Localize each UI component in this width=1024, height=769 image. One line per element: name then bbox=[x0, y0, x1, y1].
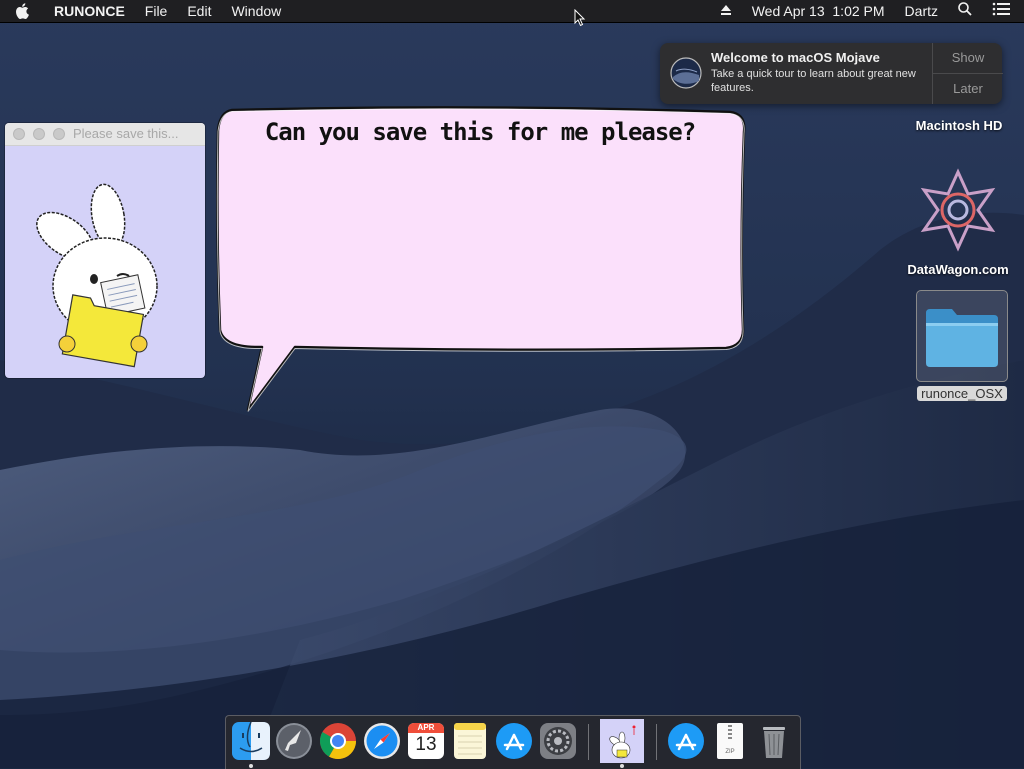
menu-clock[interactable]: Wed Apr 13 1:02 PM bbox=[742, 0, 895, 22]
macos-mojave-icon bbox=[670, 57, 702, 89]
notification-body: Take a quick tour to learn about great n… bbox=[711, 68, 916, 94]
eject-icon[interactable] bbox=[710, 0, 742, 22]
dock-separator bbox=[588, 724, 589, 760]
desktop-icon-macintosh-hd[interactable]: Macintosh HD bbox=[905, 28, 1013, 133]
notes-icon[interactable] bbox=[450, 721, 490, 761]
folder-icon bbox=[926, 309, 998, 367]
speech-bubble bbox=[216, 106, 746, 412]
datawagon-label: DataWagon.com bbox=[907, 262, 1009, 277]
helper-window[interactable]: Please save this... bbox=[5, 123, 205, 378]
zip-archive-icon[interactable]: ZIP bbox=[710, 721, 750, 761]
zoom-button[interactable] bbox=[53, 128, 65, 140]
menu-app-name[interactable]: RUNONCE bbox=[44, 0, 135, 22]
dock-separator bbox=[656, 724, 657, 760]
window-title: Please save this... bbox=[73, 126, 179, 141]
minimize-button[interactable] bbox=[33, 128, 45, 140]
runonce-folder-label: runonce_OSX bbox=[917, 386, 1007, 401]
finder-running-indicator bbox=[249, 764, 253, 768]
runonce-running-indicator bbox=[620, 764, 624, 768]
mouse-cursor-icon bbox=[574, 9, 586, 27]
runonce-app-icon[interactable] bbox=[600, 719, 644, 763]
app-store-icon[interactable] bbox=[494, 721, 534, 761]
system-preferences-icon[interactable] bbox=[538, 721, 578, 761]
desktop: RUNONCE File Edit Window Wed Apr 13 1:02… bbox=[0, 0, 1024, 769]
downloads-app-store-icon[interactable] bbox=[666, 721, 706, 761]
calendar-month: APR bbox=[408, 723, 444, 733]
datawagon-logo-icon bbox=[920, 168, 996, 252]
spotlight-search-icon[interactable] bbox=[948, 0, 982, 22]
bunny-holding-folder-image bbox=[36, 183, 158, 368]
calendar-icon[interactable]: APR 13 bbox=[406, 721, 446, 761]
apple-menu-icon[interactable] bbox=[0, 0, 44, 22]
notification-title: Welcome to macOS Mojave bbox=[711, 50, 880, 65]
zip-label: ZIP bbox=[725, 749, 735, 755]
bunny-icon bbox=[609, 725, 636, 759]
calendar-day: 13 bbox=[415, 734, 437, 755]
trash-icon[interactable] bbox=[754, 721, 794, 761]
notification-center-icon[interactable] bbox=[982, 0, 1024, 22]
close-button[interactable] bbox=[13, 128, 25, 140]
dock: APR 13 ZIP bbox=[225, 715, 801, 769]
menu-bar: RUNONCE File Edit Window Wed Apr 13 1:02… bbox=[0, 0, 1024, 23]
folder-selection-box bbox=[916, 290, 1008, 382]
macintosh-hd-label: Macintosh HD bbox=[915, 118, 1003, 133]
menu-user[interactable]: Dartz bbox=[895, 0, 948, 22]
desktop-icon-runonce-folder[interactable]: runonce_OSX bbox=[914, 290, 1010, 401]
chrome-icon[interactable] bbox=[318, 721, 358, 761]
speech-bubble-text: Can you save this for me please? bbox=[264, 118, 696, 146]
menu-file[interactable]: File bbox=[135, 0, 178, 22]
window-titlebar[interactable]: Please save this... bbox=[5, 123, 205, 146]
desktop-icon-datawagon[interactable]: DataWagon.com bbox=[900, 168, 1016, 277]
safari-icon[interactable] bbox=[362, 721, 402, 761]
launchpad-icon[interactable] bbox=[274, 721, 314, 761]
menu-window[interactable]: Window bbox=[221, 0, 291, 22]
finder-icon[interactable] bbox=[231, 721, 271, 761]
menu-edit[interactable]: Edit bbox=[177, 0, 221, 22]
